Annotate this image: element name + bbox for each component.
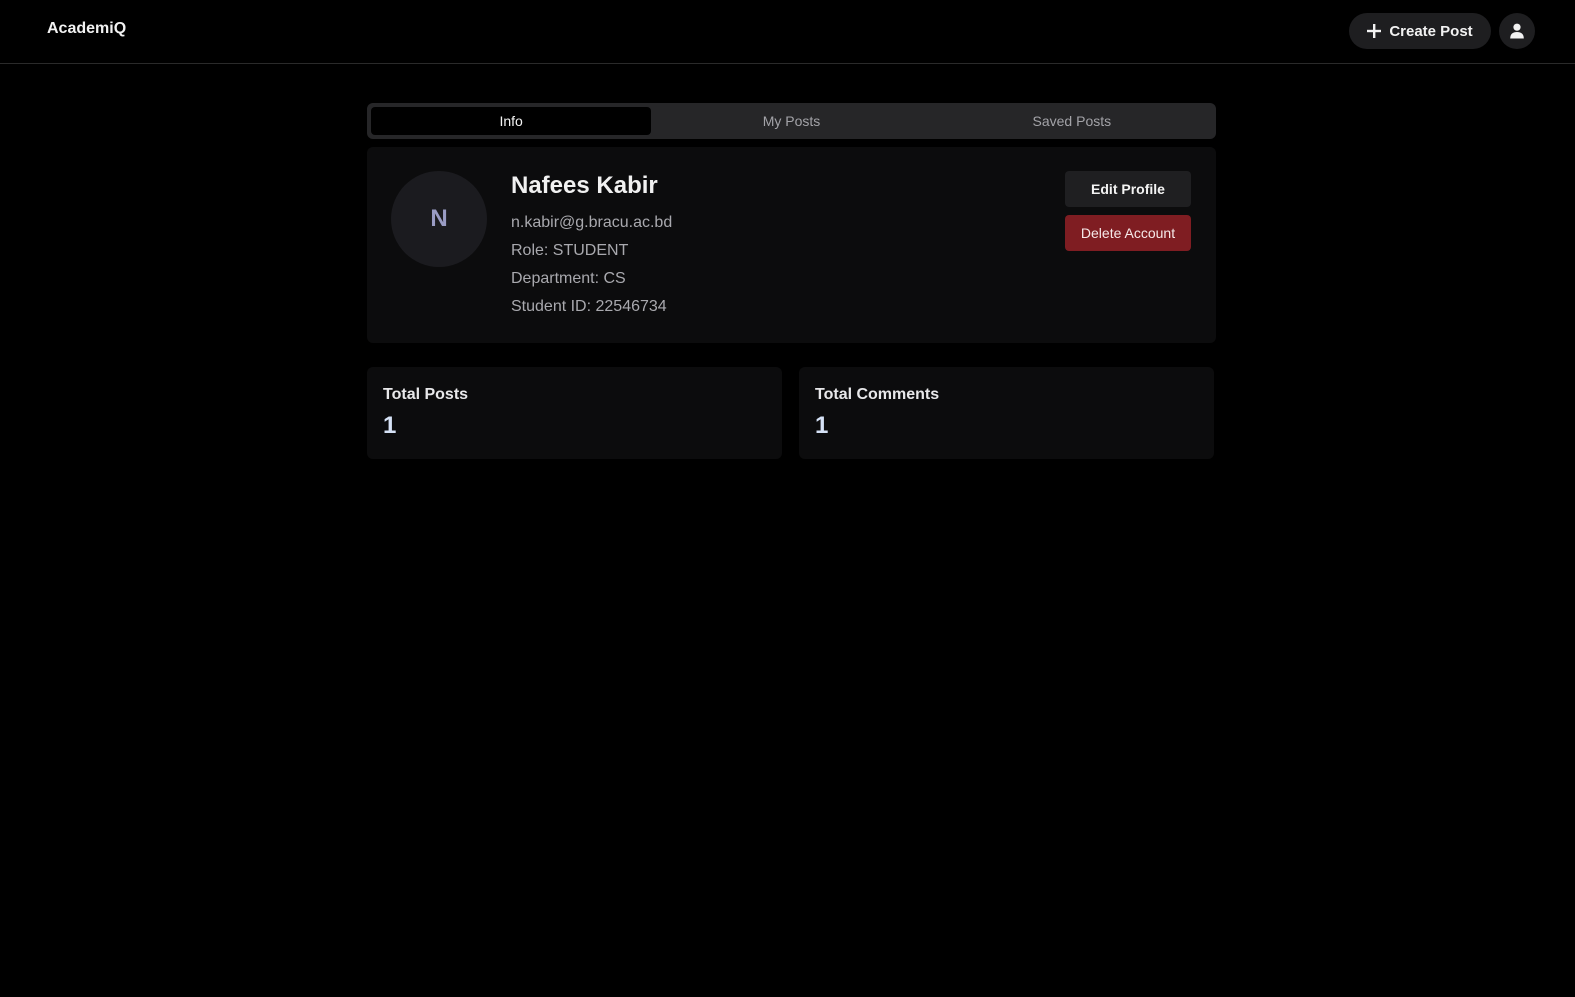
profile-student-id: Student ID: 22546734 xyxy=(511,298,667,315)
top-navigation-bar: AcademiQ Create Post xyxy=(0,0,1575,64)
stat-value: 1 xyxy=(815,412,829,439)
stat-value: 1 xyxy=(383,412,397,439)
profile-card: N Nafees Kabir n.kabir@g.bracu.ac.bd Rol… xyxy=(367,147,1216,343)
profile-role: Role: STUDENT xyxy=(511,242,629,259)
total-posts-card: Total Posts 1 xyxy=(367,367,782,459)
profile-email: n.kabir@g.bracu.ac.bd xyxy=(511,214,673,231)
app-logo-text[interactable]: AcademiQ xyxy=(47,20,126,38)
create-post-button[interactable]: Create Post xyxy=(1349,13,1491,49)
profile-info: Nafees Kabir n.kabir@g.bracu.ac.bd Role:… xyxy=(511,171,672,317)
avatar: N xyxy=(391,171,487,267)
total-comments-card: Total Comments 1 xyxy=(799,367,1214,459)
tab-my-posts[interactable]: My Posts xyxy=(651,107,931,135)
user-icon xyxy=(1510,23,1524,39)
plus-icon xyxy=(1367,24,1382,38)
tab-info[interactable]: Info xyxy=(371,107,652,135)
profile-department: Department: CS xyxy=(511,270,626,287)
edit-profile-button[interactable]: Edit Profile xyxy=(1065,171,1191,207)
user-menu-button[interactable] xyxy=(1499,13,1535,49)
create-post-label: Create Post xyxy=(1389,22,1473,40)
delete-account-button[interactable]: Delete Account xyxy=(1065,215,1191,251)
profile-tabs: Info My Posts Saved Posts xyxy=(367,103,1216,139)
stat-label: Total Posts xyxy=(383,386,469,403)
profile-name: Nafees Kabir xyxy=(511,172,658,199)
tab-saved-posts[interactable]: Saved Posts xyxy=(932,107,1212,135)
stat-label: Total Comments xyxy=(815,386,940,403)
